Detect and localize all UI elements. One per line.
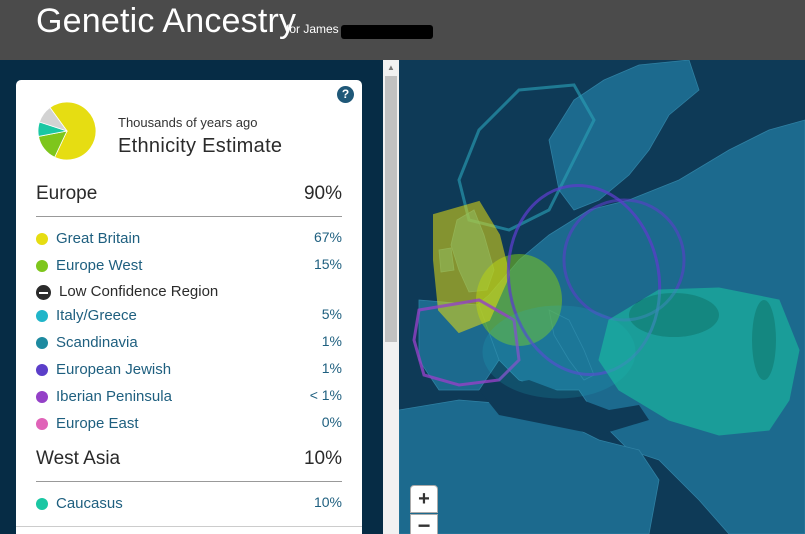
color-dot bbox=[36, 260, 48, 272]
item-value: 15% bbox=[313, 256, 342, 272]
list-item-europe-west[interactable]: Europe West 15% bbox=[36, 256, 342, 276]
ancestry-map[interactable] bbox=[399, 60, 805, 534]
list-item-europe-east[interactable]: Europe East 0% bbox=[36, 414, 342, 434]
panel-heading: Ethnicity Estimate bbox=[118, 135, 283, 157]
region-percent: 10% bbox=[303, 448, 342, 469]
item-value: 1% bbox=[321, 333, 342, 349]
item-label: European Jewish bbox=[56, 361, 172, 378]
color-dot bbox=[36, 364, 48, 376]
item-label: Scandinavia bbox=[56, 334, 138, 351]
ethnicity-pie-chart bbox=[37, 101, 97, 161]
item-label: Iberian Peninsula bbox=[56, 388, 172, 405]
scroll-up-arrow-icon[interactable]: ▲ bbox=[383, 60, 399, 76]
low-confidence-label: Low Confidence Region bbox=[59, 283, 219, 300]
item-label: Europe West bbox=[56, 257, 143, 274]
region-europe[interactable]: Europe 90% bbox=[36, 183, 342, 217]
item-label: Caucasus bbox=[56, 495, 123, 512]
list-item-european-jewish[interactable]: European Jewish 1% bbox=[36, 360, 342, 380]
region-percent: 90% bbox=[303, 183, 342, 204]
region-divider bbox=[36, 481, 342, 482]
redacted-name bbox=[341, 25, 433, 39]
item-value: 67% bbox=[313, 229, 342, 245]
item-label: Italy/Greece bbox=[56, 307, 137, 324]
item-value: < 1% bbox=[309, 387, 342, 403]
panel-bottom-divider bbox=[16, 526, 362, 527]
item-value: 0% bbox=[321, 414, 342, 430]
region-name: Europe bbox=[36, 183, 98, 204]
top-header-bar: Genetic Ancestry for James bbox=[0, 0, 805, 60]
color-dot bbox=[36, 233, 48, 245]
item-value: 5% bbox=[321, 306, 342, 322]
time-subtitle: Thousands of years ago bbox=[118, 115, 258, 130]
item-value: 1% bbox=[321, 360, 342, 376]
zoom-out-button[interactable]: − bbox=[410, 514, 438, 534]
item-value: 10% bbox=[313, 494, 342, 510]
color-dot bbox=[36, 418, 48, 430]
region-name: West Asia bbox=[36, 448, 121, 469]
color-dot bbox=[36, 498, 48, 510]
scrollbar-thumb[interactable] bbox=[385, 76, 397, 342]
color-dot bbox=[36, 337, 48, 349]
collapse-minus-icon bbox=[36, 285, 51, 300]
user-label: for James bbox=[286, 22, 339, 36]
region-divider bbox=[36, 216, 342, 217]
help-icon[interactable]: ? bbox=[337, 86, 354, 103]
page-title: Genetic Ancestry bbox=[36, 2, 297, 40]
region-west-asia[interactable]: West Asia 10% bbox=[36, 448, 342, 482]
color-dot bbox=[36, 310, 48, 322]
list-item-italy-greece[interactable]: Italy/Greece 5% bbox=[36, 306, 342, 326]
list-item-caucasus[interactable]: Caucasus 10% bbox=[36, 494, 342, 514]
item-label: Great Britain bbox=[56, 230, 141, 247]
item-label: Europe East bbox=[56, 415, 139, 432]
zoom-in-button[interactable]: + bbox=[410, 485, 438, 513]
list-item-scandinavia[interactable]: Scandinavia 1% bbox=[36, 333, 342, 353]
list-item-iberian-peninsula[interactable]: Iberian Peninsula < 1% bbox=[36, 387, 342, 407]
list-item-great-britain[interactable]: Great Britain 67% bbox=[36, 229, 342, 249]
color-dot bbox=[36, 391, 48, 403]
